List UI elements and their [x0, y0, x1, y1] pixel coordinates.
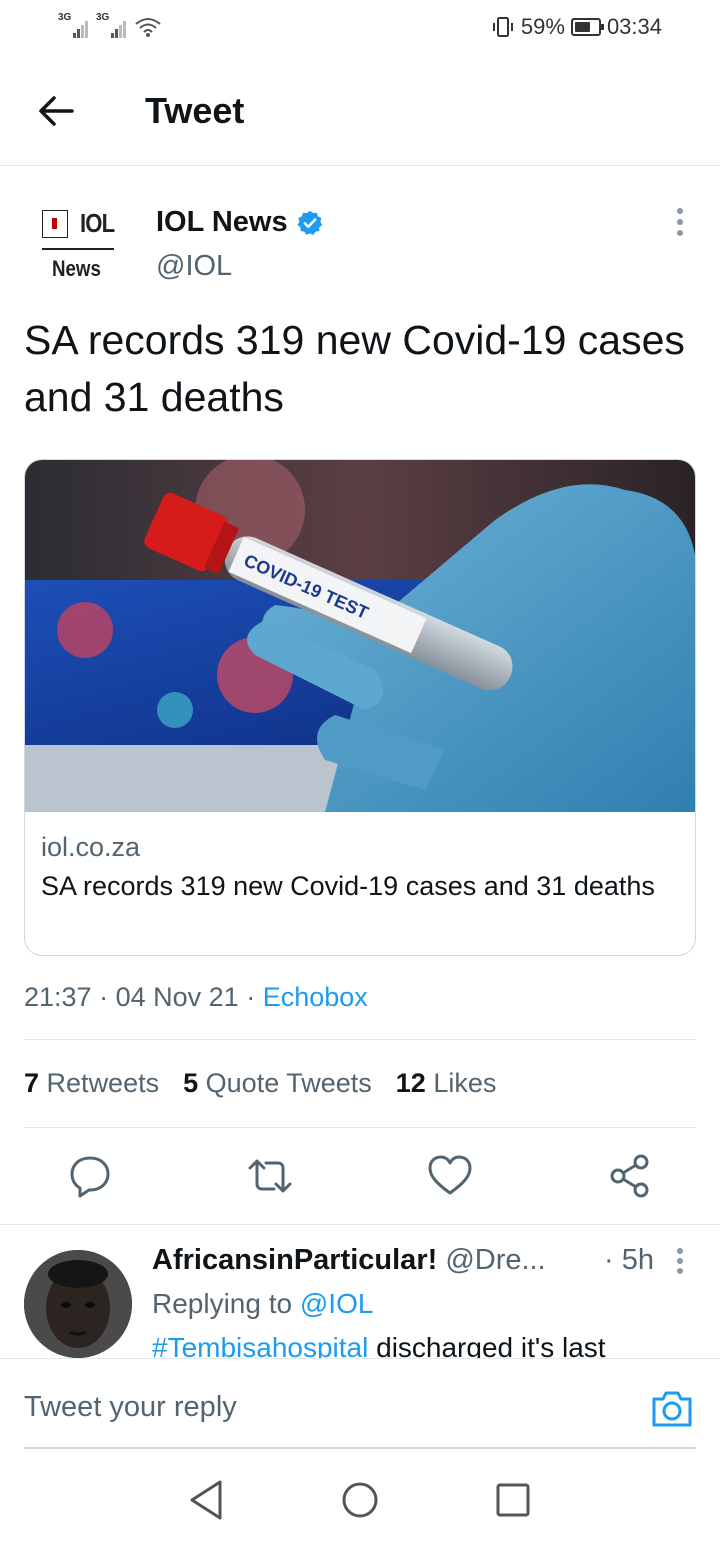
- logo-text-bottom: News: [52, 256, 101, 281]
- logo-text-top: IOL: [80, 208, 115, 238]
- divider: [0, 1224, 720, 1225]
- reply-input[interactable]: Tweet your reply: [24, 1391, 237, 1424]
- status-right: 59% 03:34: [491, 14, 662, 40]
- reply-icon: [70, 1156, 110, 1198]
- tweet-actions: [0, 1150, 720, 1206]
- tweet-timestamp: 21:37 · 04 Nov 21 · Echobox: [24, 982, 368, 1012]
- author-name-text: IOL News: [156, 206, 288, 238]
- signal-indicators: 3G 3G: [58, 12, 162, 38]
- replying-to-link[interactable]: @IOL: [300, 1288, 374, 1319]
- logo-divider: [42, 248, 114, 250]
- nav-home-button[interactable]: [340, 1480, 380, 1520]
- nav-recents-button[interactable]: [494, 1481, 532, 1519]
- avatar-photo: [24, 1250, 132, 1358]
- vibrate-icon: [492, 17, 513, 37]
- card-domain: iol.co.za: [41, 832, 141, 862]
- like-button[interactable]: [426, 1150, 474, 1202]
- back-button[interactable]: [34, 88, 80, 134]
- tweet-text: SA records 319 new Covid-19 cases and 31…: [24, 317, 685, 420]
- quote-tweets-stat[interactable]: 5 Quote Tweets: [183, 1068, 372, 1099]
- reply-time: · 5h: [604, 1244, 654, 1276]
- heart-icon: [428, 1155, 472, 1195]
- tweet-author-avatar[interactable]: IOL News: [38, 204, 118, 284]
- circle-home-icon: [342, 1482, 378, 1518]
- status-bar: 3G 3G 59% 03:34: [0, 0, 720, 56]
- more-options-button[interactable]: [666, 206, 694, 238]
- share-icon: [610, 1154, 649, 1198]
- link-card[interactable]: COVID-19 TEST iol.co.za SA records 319 n…: [24, 459, 696, 956]
- tweet-stats: 7 Retweets 5 Quote Tweets 12 Likes: [24, 1068, 496, 1099]
- clock: 03:34: [606, 14, 662, 39]
- camera-button[interactable]: [650, 1387, 694, 1431]
- page-title: Tweet: [145, 90, 245, 131]
- retweet-button[interactable]: [246, 1150, 294, 1202]
- reply-author-avatar[interactable]: [24, 1250, 132, 1358]
- iol-logo-mark: [42, 210, 68, 238]
- square-recents-icon: [496, 1483, 530, 1517]
- share-button[interactable]: [606, 1150, 654, 1202]
- verified-badge-icon: [297, 210, 322, 235]
- triangle-back-icon: [190, 1480, 222, 1520]
- arrow-left-icon: [39, 96, 74, 126]
- card-image: COVID-19 TEST: [25, 460, 695, 812]
- card-title: SA records 319 new Covid-19 cases and 31…: [41, 871, 655, 901]
- nav-back-button[interactable]: [186, 1478, 226, 1522]
- author-name[interactable]: IOL News: [156, 206, 324, 239]
- reply-button[interactable]: [66, 1150, 114, 1202]
- replying-to: Replying to @IOL: [152, 1288, 374, 1319]
- camera-icon: [652, 1391, 692, 1427]
- reply-author-line[interactable]: AfricansinParticular! @Dre...: [152, 1244, 546, 1277]
- likes-stat[interactable]: 12 Likes: [396, 1068, 497, 1099]
- battery-percent: 59%: [520, 14, 565, 39]
- divider: [24, 1039, 696, 1040]
- divider: [24, 1127, 696, 1128]
- tweet-source-link[interactable]: Echobox: [263, 982, 368, 1012]
- sim2-signal-icon: 3G: [96, 12, 126, 38]
- author-handle[interactable]: @IOL: [156, 250, 232, 283]
- wifi-icon: [135, 18, 161, 37]
- retweets-stat[interactable]: 7 Retweets: [24, 1068, 159, 1099]
- reply-more-button[interactable]: [668, 1246, 692, 1276]
- battery-icon: [570, 18, 604, 36]
- input-underline: [24, 1447, 696, 1449]
- top-app-bar: Tweet: [0, 58, 720, 166]
- retweet-icon: [248, 1159, 292, 1193]
- sim1-signal-icon: 3G: [58, 12, 88, 38]
